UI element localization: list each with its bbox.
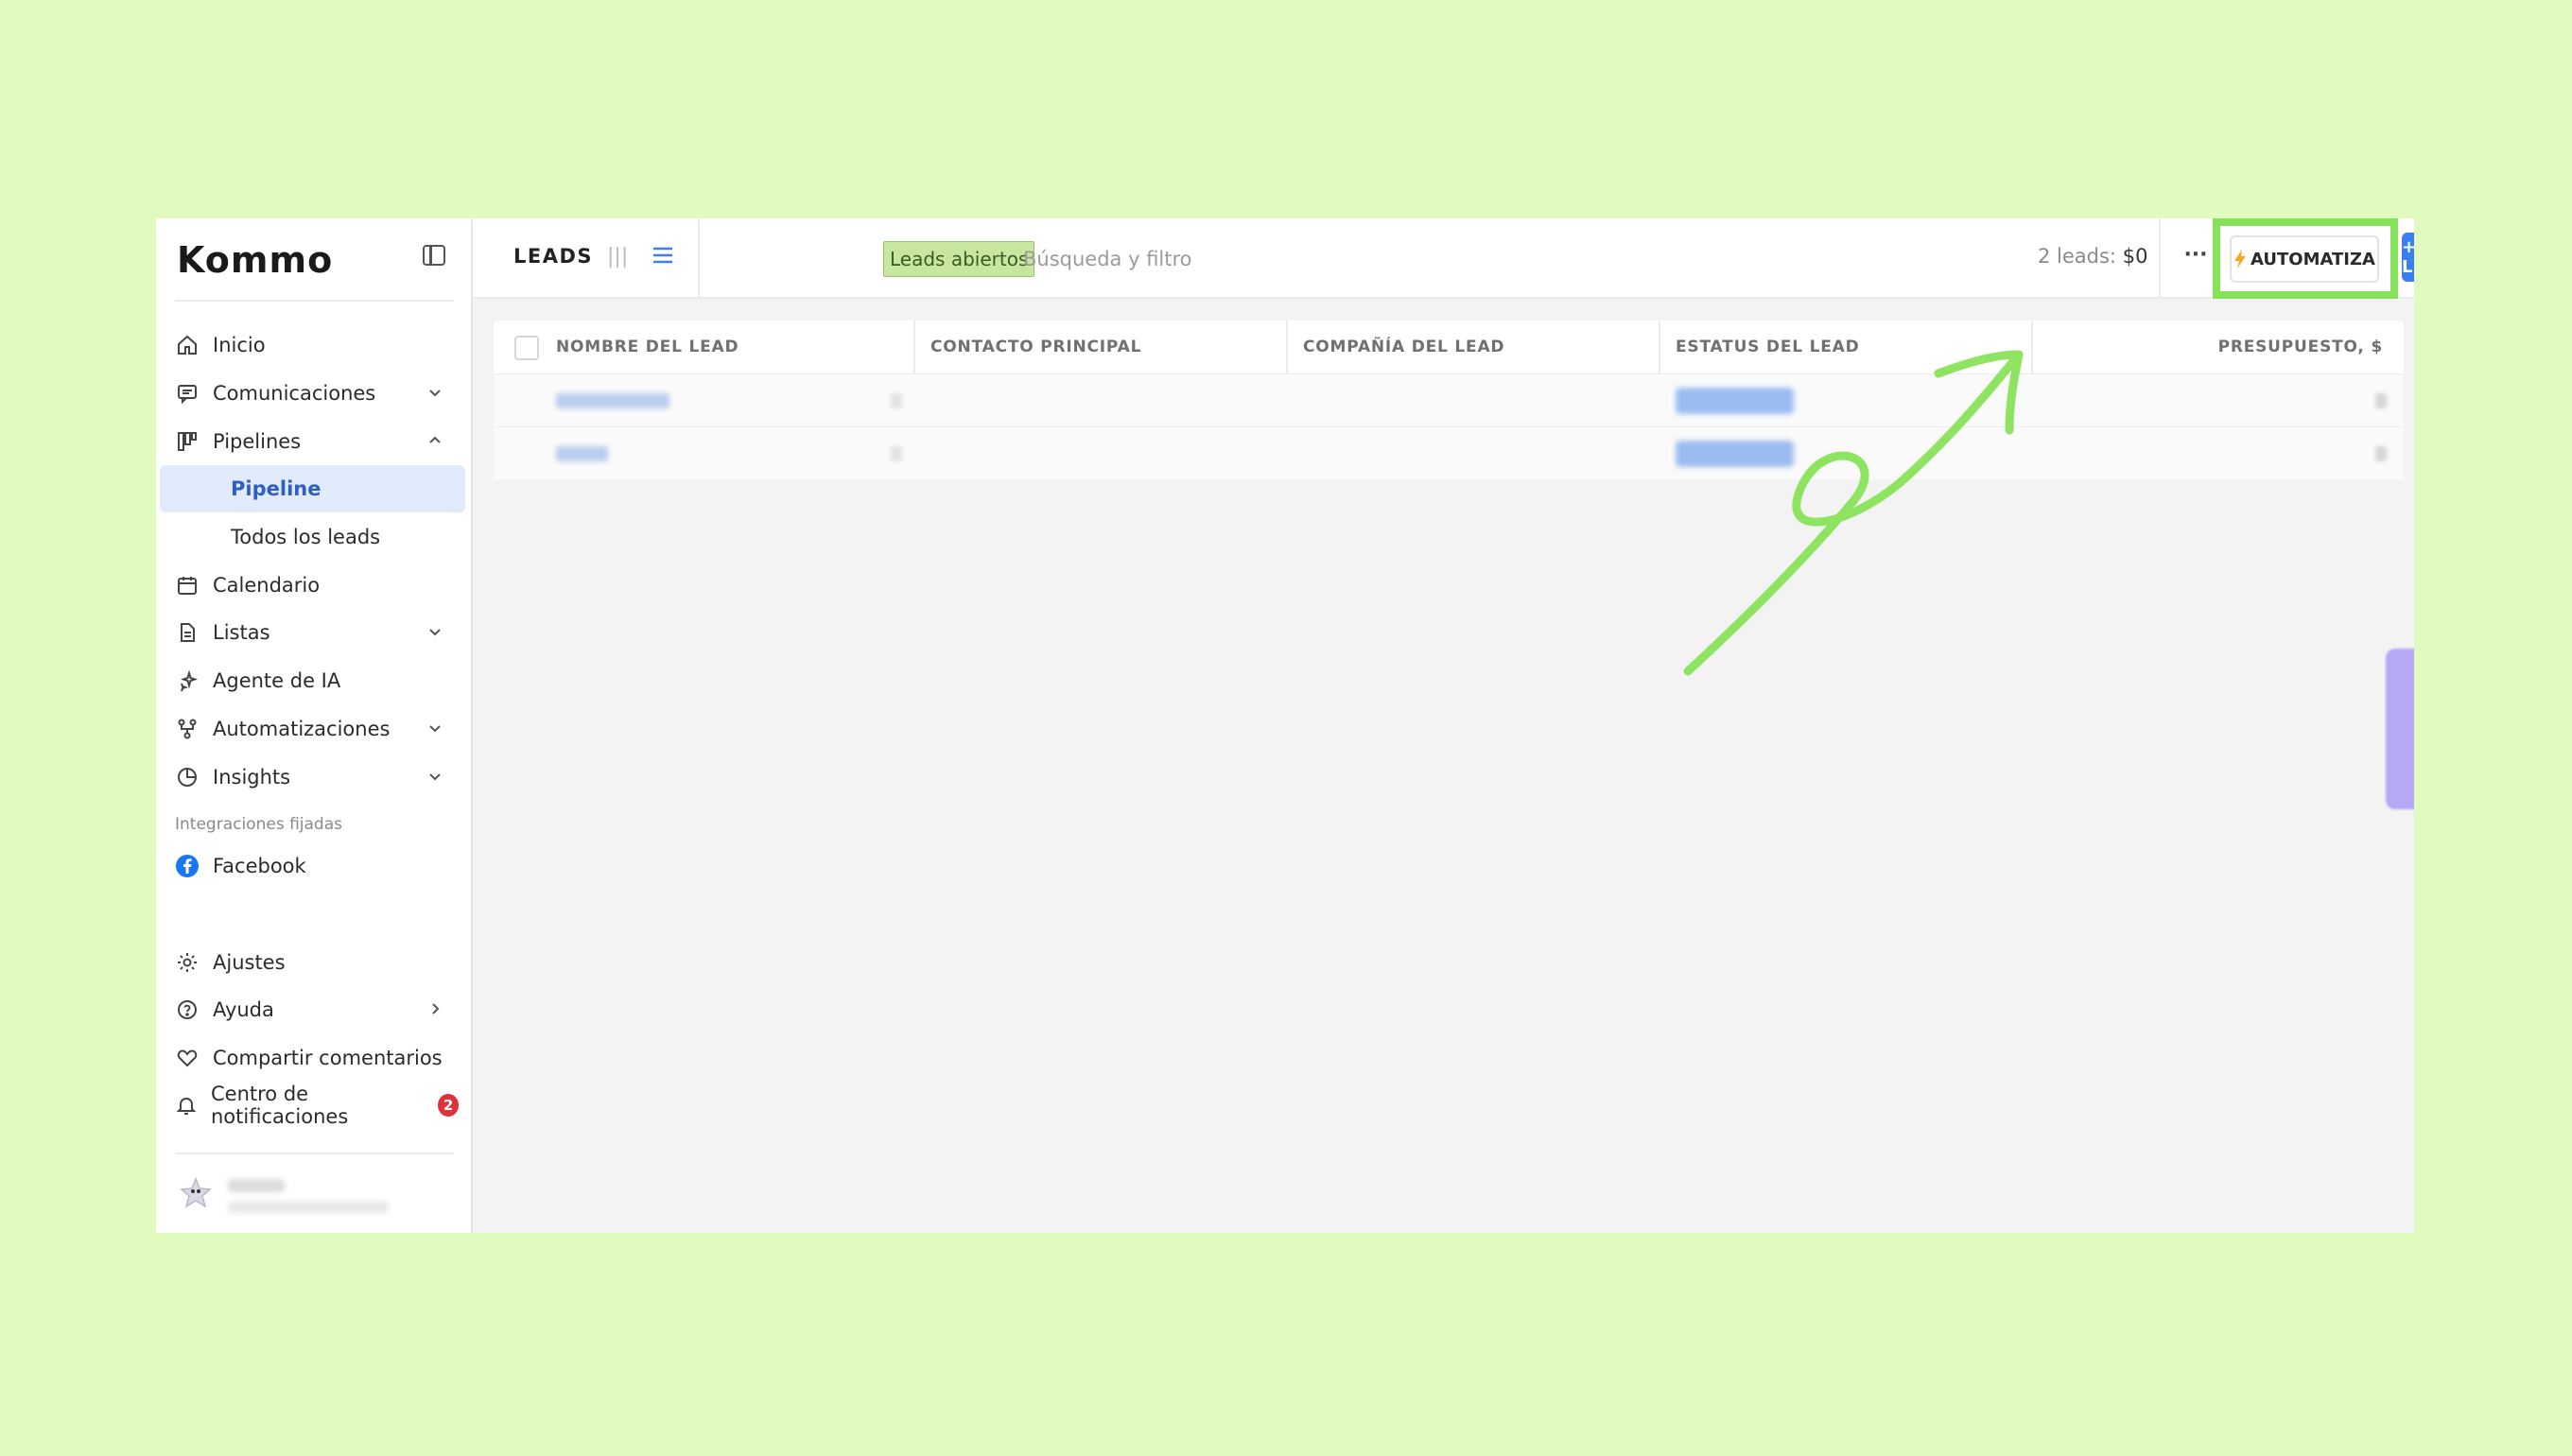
budget-blurred [2375,446,2387,461]
more-options-button[interactable]: ··· [2180,239,2212,277]
new-lead-button[interactable]: + NUEVO LEAD [2402,233,2414,282]
notification-badge: 2 [438,1094,459,1117]
avatar[interactable] [177,1175,215,1213]
sidebar-item-centro-notificaciones[interactable]: Centro de notificaciones 2 [175,1083,459,1128]
chevron-right-icon[interactable] [423,997,447,1021]
divider [175,300,454,302]
chevron-down-icon[interactable] [423,619,447,644]
bell-icon [175,1093,198,1118]
search-input[interactable] [1023,242,1420,276]
sidebar-item-label: Inicio [213,334,266,356]
column-header-compania[interactable]: COMPAÑÍA DEL LEAD [1288,321,1660,373]
sidebar-item-ayuda[interactable]: Ayuda [175,989,459,1031]
sidebar-item-compartir-comentarios[interactable]: Compartir comentarios [175,1037,459,1079]
status-badge [1676,441,1794,467]
sidebar-item-listas[interactable]: Listas [175,612,459,653]
kommo-logo[interactable]: Kommo [177,239,333,281]
sidebar-item-comunicaciones[interactable]: Comunicaciones [175,373,459,414]
column-header-nombre[interactable]: NOMBRE DEL LEAD [494,321,915,373]
sidebar-item-todos-los-leads[interactable]: Todos los leads [160,513,465,561]
sidebar-item-pipeline[interactable]: Pipeline [160,465,465,512]
chevron-down-icon[interactable] [423,764,447,789]
lead-count-label: 2 leads: [2038,245,2117,268]
facebook-icon [175,854,200,878]
sidebar: Kommo Inicio Comunicaciones Pipelines Pi… [156,218,473,1233]
sidebar-item-label: Agente de IA [213,669,341,692]
leads-table: NOMBRE DEL LEAD CONTACTO PRINCIPAL COMPA… [494,321,2404,479]
lead-name-blurred[interactable] [556,446,608,461]
pipeline-view-icon[interactable]: ||| [607,245,628,269]
lead-count: 2 leads: $0 [2038,245,2147,268]
home-icon [175,333,200,357]
sidebar-item-inicio[interactable]: Inicio [175,324,459,366]
sidebar-item-automatizaciones[interactable]: Automatizaciones [175,708,459,750]
column-header-presupuesto[interactable]: PRESUPUESTO, $ [2033,321,2404,373]
filter-chip-leads-abiertos[interactable]: Leads abiertos [883,241,1035,277]
sidebar-item-ajustes[interactable]: Ajustes [175,942,459,983]
calendar-icon [175,573,200,598]
sidebar-item-facebook[interactable]: Facebook [175,845,459,887]
sidebar-item-label: Facebook [213,855,306,877]
sidebar-item-label: Ajustes [213,951,286,974]
chevron-up-icon[interactable] [423,428,447,453]
chat-widget-tab[interactable] [2386,649,2414,809]
sidebar-item-label: Pipeline [231,477,322,500]
sidebar-item-label: Pipelines [213,430,302,453]
user-email-blurred [228,1202,389,1213]
sidebar-item-label: Insights [213,766,291,789]
divider [698,218,700,299]
row-marker-blurred [891,393,902,408]
top-bar: LEADS ||| Leads abiertos 2 leads: $0 ···… [473,218,2414,299]
page-title: LEADS [513,245,594,268]
sidebar-item-label: Comunicaciones [213,382,376,405]
sidebar-item-pipelines[interactable]: Pipelines [175,421,459,462]
section-label: Integraciones fijadas [175,815,342,834]
document-icon [175,620,200,645]
list-view-icon[interactable] [652,245,673,266]
table-row[interactable] [494,426,2404,479]
budget-blurred [2375,393,2387,408]
chat-icon [175,381,200,406]
automate-label: AUTOMATIZA [2250,249,2375,269]
sidebar-item-label: Centro de notificaciones [211,1083,349,1128]
flow-icon [175,717,200,741]
sidebar-item-label: Ayuda [213,998,274,1021]
sidebar-item-label: Listas [213,621,270,644]
sidebar-item-insights[interactable]: Insights [175,756,459,798]
pie-chart-icon [175,765,200,789]
divider [2159,218,2161,299]
help-icon [175,997,200,1022]
sidebar-item-calendario[interactable]: Calendario [175,564,459,606]
lightning-icon [2234,250,2246,269]
sidebar-item-label: Calendario [213,574,321,597]
column-header-estatus[interactable]: ESTATUS DEL LEAD [1660,321,2033,373]
row-marker-blurred [891,446,902,461]
sidebar-item-agente-ia[interactable]: Agente de IA [175,660,459,702]
sidebar-item-label: Compartir comentarios [213,1047,443,1069]
automate-button[interactable]: AUTOMATIZA [2230,235,2379,283]
pipeline-icon [175,429,200,454]
chevron-down-icon[interactable] [423,716,447,740]
chevron-down-icon[interactable] [423,380,447,405]
heart-icon [175,1046,200,1070]
sidebar-item-label: Automatizaciones [213,718,391,740]
sidebar-toggle-icon[interactable] [423,245,445,266]
table-header: NOMBRE DEL LEAD CONTACTO PRINCIPAL COMPA… [494,321,2404,373]
table-row[interactable] [494,373,2404,426]
lead-name-blurred[interactable] [556,393,669,408]
divider [175,1153,454,1154]
app-window: Kommo Inicio Comunicaciones Pipelines Pi… [156,218,2414,1233]
user-name-blurred [228,1179,285,1192]
lead-count-value: $0 [2122,245,2148,268]
sparkle-icon [175,668,200,693]
gear-icon [175,950,200,975]
sidebar-item-label: Todos los leads [231,526,381,548]
column-header-contacto[interactable]: CONTACTO PRINCIPAL [915,321,1288,373]
status-badge [1676,388,1794,414]
